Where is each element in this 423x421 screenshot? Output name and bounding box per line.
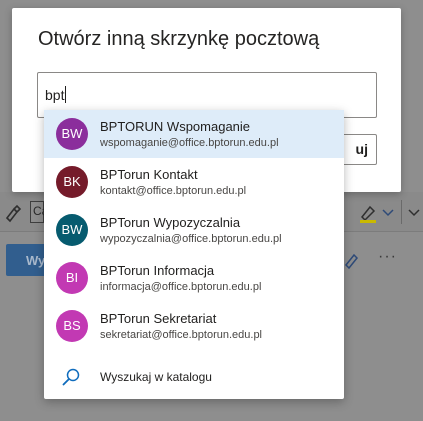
text-caret (65, 86, 67, 103)
suggestion-item[interactable]: BW BPTORUN Wspomaganie wspomaganie@offic… (44, 110, 344, 158)
search-directory-item[interactable]: Wyszukaj w katalogu (44, 355, 344, 399)
search-input-value: bpt (45, 86, 67, 103)
signature-icon (344, 253, 359, 270)
suggestion-item[interactable]: BS BPTorun Sekretariat sekretariat@offic… (44, 302, 344, 350)
highlighter-icon (360, 205, 376, 223)
suggestions-dropdown: BW BPTORUN Wspomaganie wspomaganie@offic… (44, 110, 344, 399)
search-directory-label: Wyszukaj w katalogu (100, 370, 212, 384)
avatar: BI (56, 262, 88, 294)
avatar: BW (56, 118, 88, 150)
suggestion-email: wypozyczalnia@office.bptorun.edu.pl (100, 233, 282, 245)
avatar: BW (56, 214, 88, 246)
dialog-title: Otwórz inną skrzynkę pocztową (38, 28, 320, 50)
suggestion-email: kontakt@office.bptorun.edu.pl (100, 185, 247, 197)
toolbar-divider (401, 200, 402, 224)
suggestion-email: wspomaganie@office.bptorun.edu.pl (100, 137, 279, 149)
suggestion-item[interactable]: BW BPTorun Wypozyczalnia wypozyczalnia@o… (44, 206, 344, 254)
background-send-button-label: Wy (26, 253, 46, 268)
more-options-icon: ··· (378, 248, 397, 265)
suggestion-name: BPTorun Informacja (100, 263, 215, 278)
format-painter-icon (5, 204, 22, 223)
suggestion-name: BPTorun Wypozyczalnia (100, 215, 241, 230)
suggestion-email: sekretariat@office.bptorun.edu.pl (100, 329, 263, 341)
suggestion-item[interactable]: BK BPTorun Kontakt kontakt@office.bptoru… (44, 158, 344, 206)
suggestion-email: informacja@office.bptorun.edu.pl (100, 281, 262, 293)
suggestion-name: BPTorun Sekretariat (100, 311, 217, 326)
avatar: BK (56, 166, 88, 198)
chevron-down-icon (408, 209, 420, 217)
chevron-down-icon (382, 209, 394, 217)
search-icon (62, 368, 80, 386)
suggestion-name: BPTorun Kontakt (100, 167, 198, 182)
suggestion-name: BPTORUN Wspomaganie (100, 119, 251, 134)
background-send-button: Wy (6, 244, 46, 276)
suggestion-item[interactable]: BI BPTorun Informacja informacja@office.… (44, 254, 344, 302)
avatar: BS (56, 310, 88, 342)
